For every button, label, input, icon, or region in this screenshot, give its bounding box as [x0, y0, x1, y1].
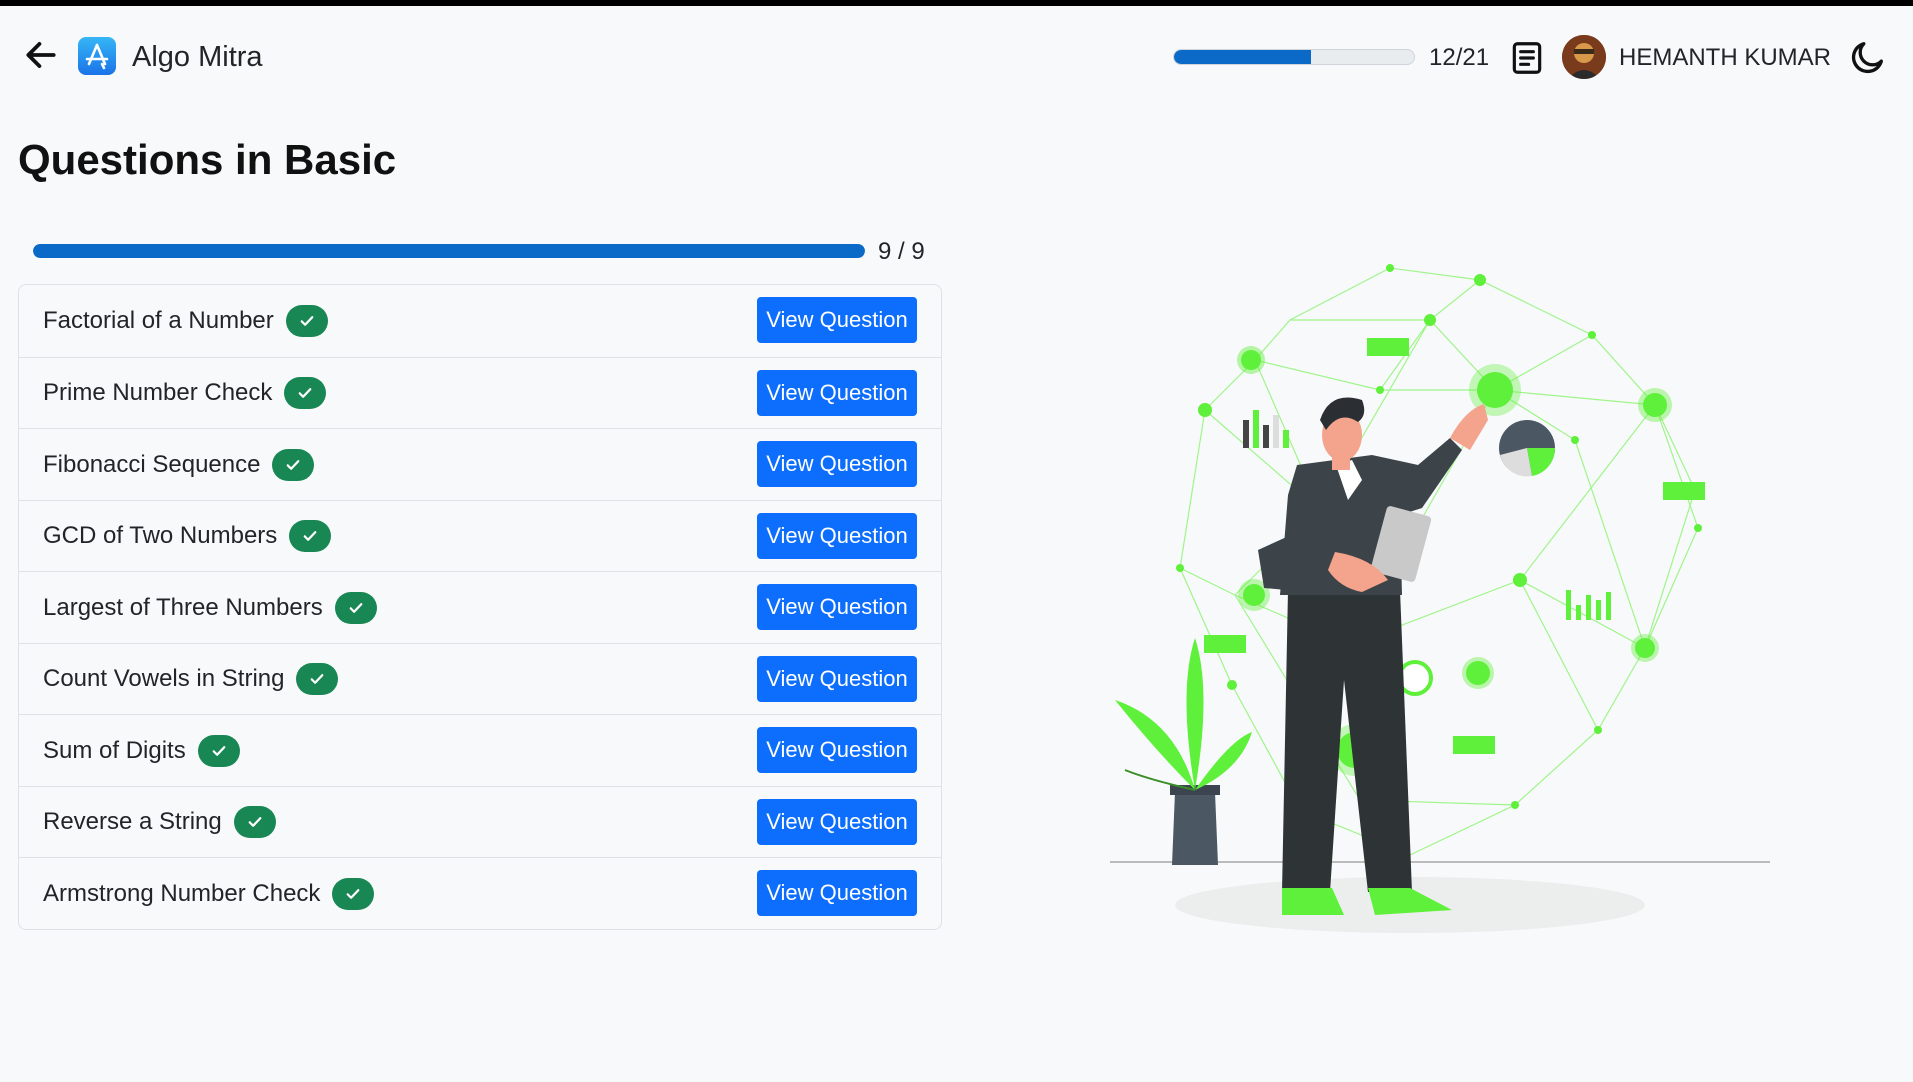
- document-icon[interactable]: [1508, 39, 1546, 77]
- question-title: Sum of Digits: [43, 736, 186, 764]
- brand-name[interactable]: Algo Mitra: [132, 40, 263, 74]
- question-title: Factorial of a Number: [43, 306, 274, 334]
- section-progress-count: 9 / 9: [878, 238, 925, 265]
- data-analyst-illustration: [1110, 264, 1770, 933]
- check-icon: [285, 304, 328, 337]
- question-title: Largest of Three Numbers: [43, 593, 323, 621]
- section-progress-bar: [33, 244, 865, 258]
- question-row: Prime Number Check View Question: [19, 356, 941, 429]
- check-icon: [289, 520, 332, 552]
- user-name[interactable]: HEMANTH KUMAR: [1619, 44, 1831, 72]
- check-icon: [334, 591, 377, 624]
- question-row: Sum of Digits View Question: [19, 714, 941, 786]
- view-question-button[interactable]: View Question: [757, 798, 917, 845]
- question-title: Prime Number Check: [43, 379, 273, 406]
- overall-progress-bar: [1173, 49, 1415, 65]
- navbar: Algo Mitra 12/21 HEMANTH KUMAR: [0, 6, 1913, 98]
- view-question-button[interactable]: View Question: [757, 870, 917, 916]
- plant: [1115, 638, 1252, 865]
- app-store-icon[interactable]: [78, 37, 116, 75]
- question-title: Count Vowels in String: [43, 665, 285, 692]
- bar-chart-right: [1566, 590, 1611, 620]
- check-icon: [332, 877, 375, 910]
- view-question-button[interactable]: View Question: [757, 584, 917, 630]
- question-row: Armstrong Number Check View Question: [19, 857, 941, 929]
- question-row: Largest of Three Numbers View Question: [19, 571, 941, 643]
- question-row: Reverse a String View Question: [19, 785, 941, 858]
- overall-progress-fill: [1174, 50, 1312, 64]
- question-row: Count Vowels in String View Question: [19, 642, 941, 715]
- page-title: Questions in Basic: [18, 136, 397, 183]
- section-progress-fill: [33, 244, 865, 258]
- question-title: Reverse a String: [43, 808, 222, 835]
- overall-progress-count: 12/21: [1429, 44, 1490, 71]
- check-icon: [296, 663, 339, 695]
- moon-icon[interactable]: [1848, 37, 1888, 77]
- bar-chart-left: [1243, 410, 1289, 448]
- check-icon: [233, 806, 276, 838]
- back-arrow-icon[interactable]: [22, 36, 60, 74]
- view-question-button[interactable]: View Question: [757, 441, 917, 487]
- view-question-button[interactable]: View Question: [757, 369, 917, 416]
- question-title: GCD of Two Numbers: [43, 522, 278, 549]
- view-question-button[interactable]: View Question: [757, 655, 917, 702]
- view-question-button[interactable]: View Question: [757, 727, 917, 773]
- check-icon: [272, 448, 315, 481]
- view-question-button[interactable]: View Question: [757, 297, 917, 343]
- question-row: Factorial of a Number View Question: [19, 285, 941, 357]
- question-title: Armstrong Number Check: [43, 879, 321, 907]
- question-row: Fibonacci Sequence View Question: [19, 428, 941, 500]
- question-list: Factorial of a Number View Question Prim…: [18, 284, 942, 930]
- view-question-button[interactable]: View Question: [757, 512, 917, 559]
- check-icon: [197, 734, 240, 767]
- pie-chart: [1499, 420, 1556, 477]
- question-row: GCD of Two Numbers View Question: [19, 499, 941, 572]
- person: [1258, 397, 1488, 915]
- check-icon: [284, 377, 327, 409]
- user-avatar[interactable]: [1562, 35, 1606, 79]
- question-title: Fibonacci Sequence: [43, 450, 261, 478]
